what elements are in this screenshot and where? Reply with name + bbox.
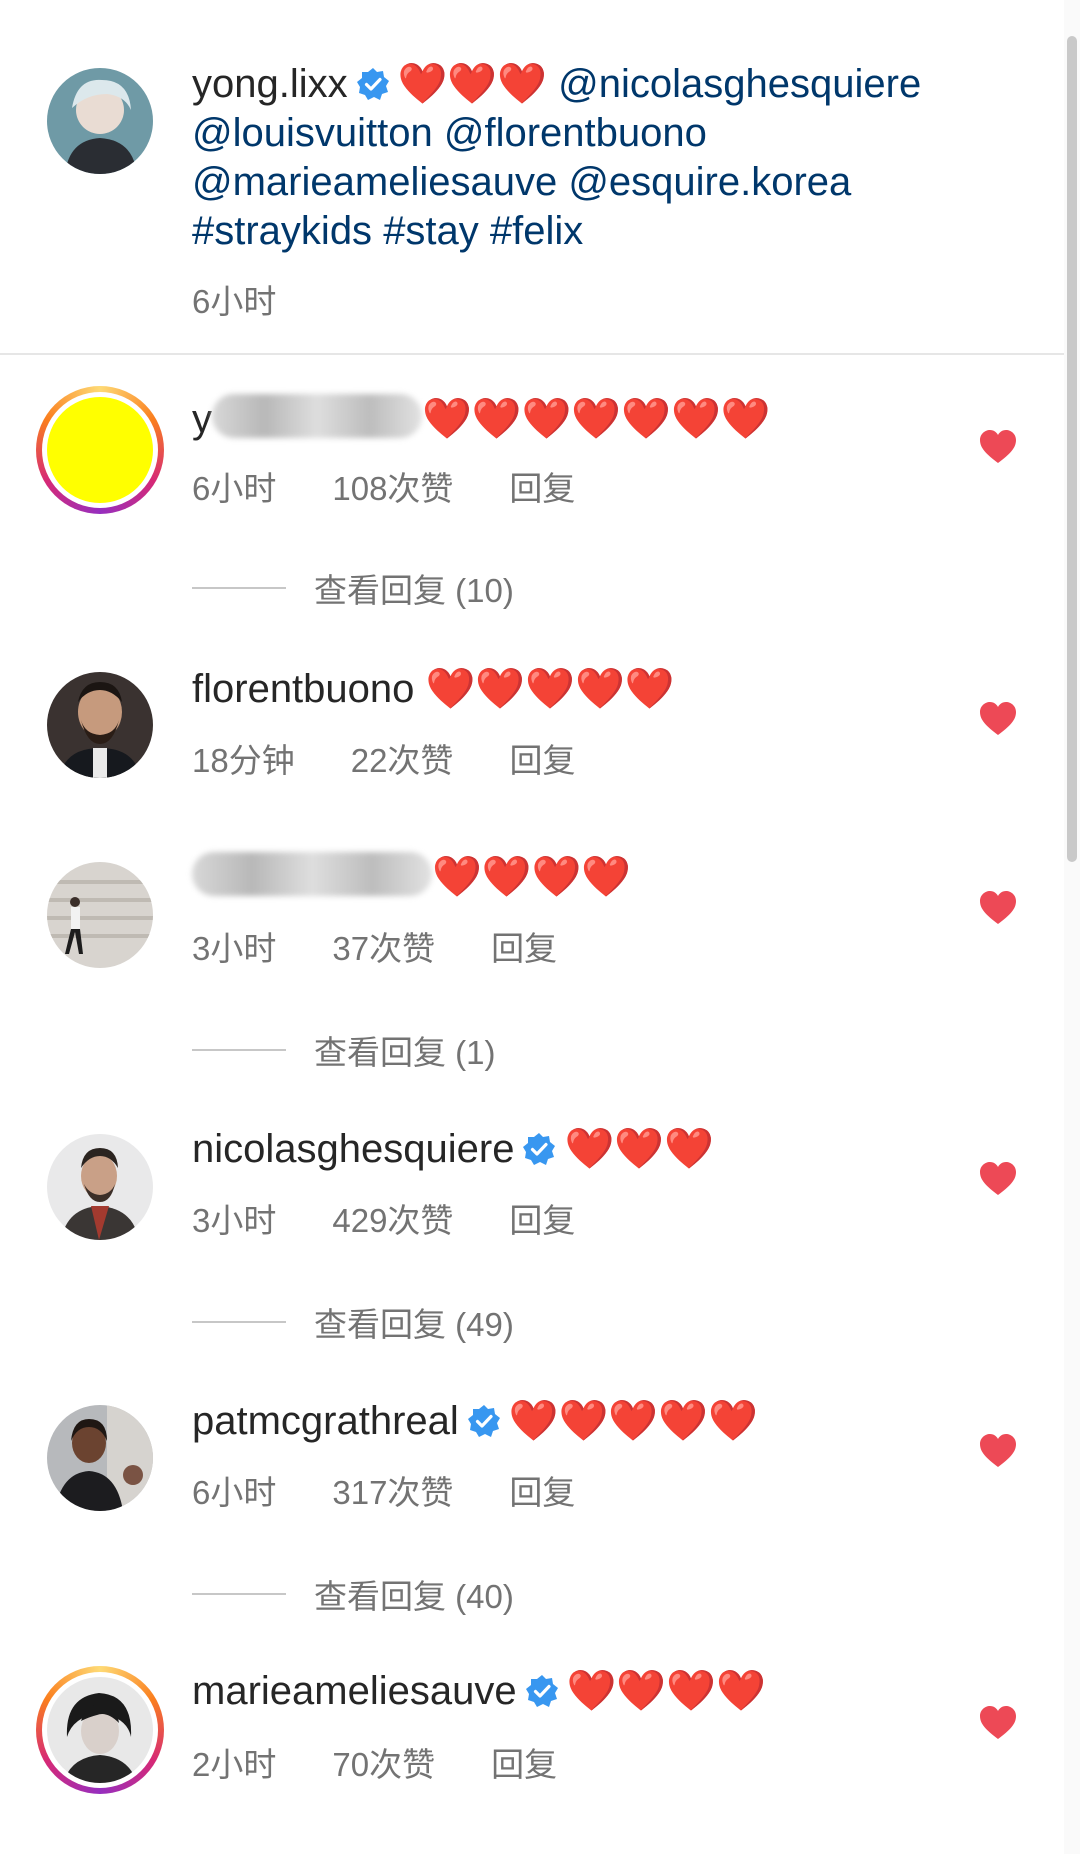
comment-hearts: ❤️❤️❤️ [564,1127,714,1171]
heart-like-icon[interactable] [978,429,1018,465]
reply-button[interactable]: 回复 [491,930,557,967]
comment-time: 18分钟 [192,742,295,779]
replies-line [192,587,286,589]
mention-nicolasghesquiere[interactable]: @nicolasghesquiere [558,62,921,106]
replies-line [192,1049,286,1051]
reply-button[interactable]: 回复 [509,470,575,507]
mention-louisvuitton[interactable]: @louisvuitton [192,111,433,155]
comment-username[interactable]: y [192,397,212,441]
verified-badge-icon [356,68,389,100]
caption-timestamp: 6小时 [192,283,277,320]
post-caption: yong.lixx ❤️❤️❤️ @nicolasghesquiere @loui… [192,60,1012,256]
comment-time: 2小时 [192,1746,277,1783]
mention-marieameliesauve[interactable]: @marieameliesauve [192,160,557,204]
view-replies-label: 查看回复 (1) [314,1034,496,1071]
view-replies-button[interactable]: 查看回复 (10) [192,564,514,612]
verified-badge-icon [525,1675,558,1707]
verified-badge-icon [523,1133,556,1165]
comment-header: marieameliesauve ❤️❤️❤️❤️ [192,1666,766,1716]
comment-meta: 6小时 108次赞 回复 [192,462,575,510]
avatar-image [47,1677,153,1783]
replies-line [192,1593,286,1595]
comment-hearts: ❤️❤️❤️❤️❤️ [508,1399,758,1443]
comment-meta: 6小时 317次赞 回复 [192,1466,575,1514]
divider [0,353,1064,355]
comment-username[interactable]: nicolasghesquiere [192,1127,514,1171]
verified-badge-icon [467,1405,500,1437]
scrollbar[interactable] [1064,0,1080,1854]
caption-hearts: ❤️❤️❤️ [397,62,548,106]
comment-header: y ❤️❤️❤️❤️❤️❤️❤️ [192,394,771,444]
comment-meta: 2小时 70次赞 回复 [192,1738,557,1786]
comment-meta: 3小时 37次赞 回复 [192,922,557,970]
reply-button[interactable]: 回复 [509,1474,575,1511]
view-replies-button[interactable]: 查看回复 (40) [192,1570,514,1618]
comment-time: 6小时 [192,470,277,507]
heart-like-icon[interactable] [978,1161,1018,1197]
caption-username[interactable]: yong.lixx [192,62,348,106]
comment-likes[interactable]: 37次赞 [332,930,435,967]
hashtag-stay[interactable]: #stay [383,209,479,253]
heart-like-icon[interactable] [978,1433,1018,1469]
comment-likes[interactable]: 429次赞 [332,1202,453,1239]
reply-button[interactable]: 回复 [491,1746,557,1783]
comment-likes[interactable]: 108次赞 [332,470,453,507]
comment-avatar[interactable] [47,1134,153,1240]
mention-esquire-korea[interactable]: @esquire.korea [568,160,851,204]
comment-likes[interactable]: 70次赞 [332,1746,435,1783]
view-replies-label: 查看回复 (49) [314,1306,514,1343]
comment-username[interactable]: florentbuono [192,667,414,711]
blurred-username [192,852,432,896]
hashtag-felix[interactable]: #felix [490,209,583,253]
avatar-yong-lixx[interactable] [47,68,153,174]
replies-line [192,1321,286,1323]
hashtag-straykids[interactable]: #straykids [192,209,372,253]
comment-likes[interactable]: 22次赞 [351,742,454,779]
comment-hearts: ❤️❤️❤️❤️❤️ [425,667,675,711]
view-replies-button[interactable]: 查看回复 (1) [192,1026,496,1074]
heart-like-icon[interactable] [978,1705,1018,1741]
comment-header: patmcgrathreal ❤️❤️❤️❤️❤️ [192,1396,758,1446]
comment-avatar[interactable] [47,862,153,968]
comment-time: 6小时 [192,1474,277,1511]
comment-time: 3小时 [192,1202,277,1239]
reply-button[interactable]: 回复 [509,1202,575,1239]
comment-hearts: ❤️❤️❤️❤️❤️❤️❤️ [422,397,771,441]
comment-time: 3小时 [192,930,277,967]
blurred-username [212,394,422,438]
comment-avatar[interactable] [47,1405,153,1511]
reply-button[interactable]: 回复 [509,742,575,779]
comment-header: florentbuono ❤️❤️❤️❤️❤️ [192,664,675,714]
mention-florentbuono[interactable]: @florentbuono [444,111,707,155]
comment-avatar[interactable] [36,1666,164,1794]
comment-avatar[interactable] [47,672,153,778]
comment-meta: 18分钟 22次赞 回复 [192,734,575,782]
comment-header: ❤️❤️❤️❤️ [192,852,631,902]
view-replies-button[interactable]: 查看回复 (49) [192,1298,514,1346]
comment-hearts: ❤️❤️❤️❤️ [566,1669,766,1713]
comment-username[interactable]: marieameliesauve [192,1669,517,1713]
comment-meta: 3小时 429次赞 回复 [192,1194,575,1242]
comment-username[interactable]: patmcgrathreal [192,1399,459,1443]
scrollbar-thumb[interactable] [1067,36,1077,862]
comment-likes[interactable]: 317次赞 [332,1474,453,1511]
view-replies-label: 查看回复 (10) [314,572,514,609]
comment-header: nicolasghesquiere ❤️❤️❤️ [192,1124,714,1174]
comment-avatar[interactable] [36,386,164,514]
avatar-image [47,397,153,503]
heart-like-icon[interactable] [978,890,1018,926]
comment-hearts: ❤️❤️❤️❤️ [432,855,632,899]
heart-like-icon[interactable] [978,701,1018,737]
view-replies-label: 查看回复 (40) [314,1578,514,1615]
